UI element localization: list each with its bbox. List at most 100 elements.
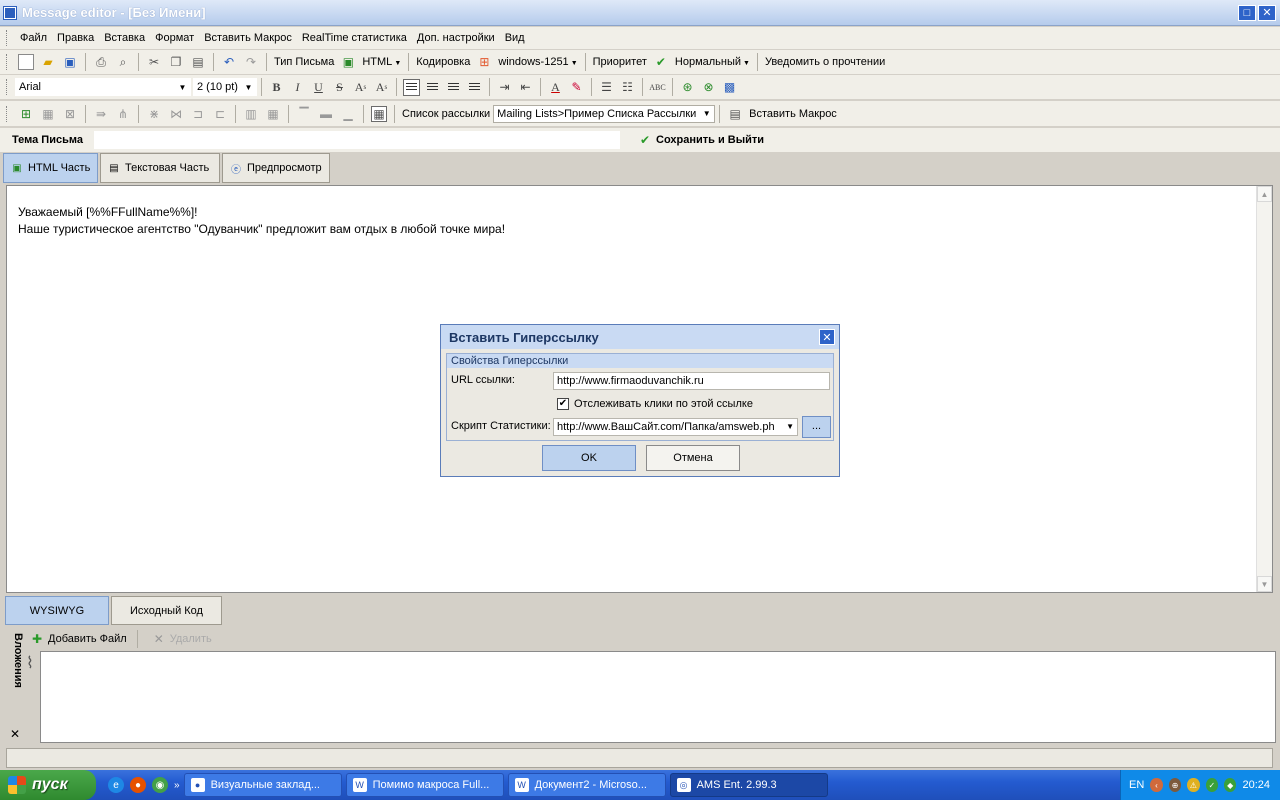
font-select[interactable]: Arial ▼ <box>15 78 191 96</box>
start-button[interactable]: пуск <box>0 770 96 800</box>
security-shield-icon[interactable]: ⚠ <box>1187 778 1200 792</box>
script-select[interactable]: http://www.ВашСайт.com/Папка/amsweb.ph ▼ <box>553 418 798 436</box>
menu-file[interactable]: Файл <box>15 32 52 44</box>
attachments-list[interactable] <box>40 651 1276 743</box>
redo-icon[interactable]: ↷ <box>243 54 259 70</box>
priority-dropdown[interactable]: Нормальный ▼ <box>672 56 753 68</box>
align-justify-icon[interactable] <box>466 79 483 96</box>
chevron-right-icon[interactable]: » <box>174 780 180 791</box>
insert-link-icon[interactable]: ⊛ <box>679 79 696 96</box>
toolbar-grip[interactable] <box>6 79 9 95</box>
table-grid-icon[interactable]: ▦ <box>265 106 281 122</box>
tab-text-part[interactable]: ▤ Текстовая Часть <box>100 153 220 183</box>
split-cells-icon[interactable]: ⊏ <box>212 106 228 122</box>
task-browser[interactable]: ● Визуальные заклад... <box>183 773 342 797</box>
menu-extra-settings[interactable]: Доп. настройки <box>412 32 500 44</box>
bullet-list-icon[interactable]: ☰ <box>598 79 615 96</box>
merge-cells-icon[interactable]: ⊐ <box>190 106 206 122</box>
toolbar-grip[interactable] <box>6 105 9 122</box>
print-icon[interactable]: ⎙ <box>93 54 109 70</box>
close-button[interactable]: ✕ <box>1258 4 1276 21</box>
bold-icon[interactable]: B <box>268 79 285 96</box>
font-smaller-icon[interactable]: As <box>352 79 369 96</box>
strikethrough-icon[interactable]: S <box>331 79 348 96</box>
remove-link-icon[interactable]: ⊗ <box>700 79 717 96</box>
menu-realtime-stats[interactable]: RealTime статистика <box>297 32 412 44</box>
italic-icon[interactable]: I <box>289 79 306 96</box>
align-center-icon[interactable] <box>424 79 441 96</box>
align-right-icon[interactable] <box>445 79 462 96</box>
insert-macro-button[interactable]: Вставить Макрос <box>746 108 840 120</box>
volume-icon[interactable]: ◆ <box>1224 778 1237 792</box>
browse-button[interactable]: ... <box>802 416 831 438</box>
print-preview-icon[interactable]: ⌕ <box>115 54 131 70</box>
valign-top-icon[interactable]: ▔ <box>296 106 312 122</box>
app-icon[interactable]: ◉ <box>152 777 168 793</box>
font-larger-icon[interactable]: As <box>373 79 390 96</box>
ok-button[interactable]: OK <box>542 445 636 471</box>
editor-scrollbar[interactable]: ▲ ▼ <box>1256 186 1272 592</box>
menu-view[interactable]: Вид <box>500 32 530 44</box>
cancel-button[interactable]: Отмена <box>646 445 740 471</box>
indent-icon[interactable]: ⇥ <box>496 79 513 96</box>
language-indicator[interactable]: EN <box>1129 779 1144 791</box>
menu-insert[interactable]: Вставка <box>99 32 150 44</box>
valign-bottom-icon[interactable]: ▁ <box>340 106 356 122</box>
numbered-list-icon[interactable]: ☷ <box>619 79 636 96</box>
outdent-icon[interactable]: ⇤ <box>517 79 534 96</box>
dialog-close-icon[interactable]: ✕ <box>819 329 835 345</box>
html-dropdown[interactable]: HTML ▼ <box>359 56 404 68</box>
align-left-icon[interactable] <box>403 78 420 96</box>
task-word-1[interactable]: W Помимо макроса Full... <box>345 773 504 797</box>
url-input[interactable] <box>553 372 830 390</box>
track-clicks-checkbox[interactable]: ✔ Отслеживать клики по этой ссылке <box>557 398 753 410</box>
insert-row-icon[interactable]: ⇛ <box>93 106 109 122</box>
save-exit-button[interactable]: ✔ Сохранить и Выйти <box>634 132 764 148</box>
size-select[interactable]: 2 (10 pt) ▼ <box>193 78 257 96</box>
copy-icon[interactable]: ❐ <box>168 54 184 70</box>
notify-read-button[interactable]: Уведомить о прочтении <box>762 56 888 68</box>
insert-column-icon[interactable]: ⋔ <box>115 106 131 122</box>
maximize-button[interactable]: □ <box>1238 4 1256 21</box>
toolbar-grip[interactable] <box>6 30 9 46</box>
toolbar-grip[interactable] <box>6 54 9 70</box>
undo-icon[interactable]: ↶ <box>221 54 237 70</box>
cell-properties-icon[interactable]: ▥ <box>243 106 259 122</box>
close-icon[interactable]: ✕ <box>10 727 20 741</box>
ie-icon[interactable]: e <box>108 777 124 793</box>
underline-icon[interactable]: U <box>310 79 327 96</box>
mailing-list-select[interactable]: Mailing Lists>Пример Списка Рассылки ▼ <box>493 104 716 123</box>
valign-middle-icon[interactable]: ▬ <box>318 106 334 122</box>
add-file-button[interactable]: ✚ Добавить Файл <box>26 631 127 647</box>
menu-format[interactable]: Формат <box>150 32 199 44</box>
highlight-icon[interactable]: ✎ <box>568 79 585 96</box>
chevron-left-icon[interactable]: ‹ <box>1150 778 1163 792</box>
scroll-down-icon[interactable]: ▼ <box>1257 576 1272 592</box>
delete-row-icon[interactable]: ⋇ <box>146 106 162 122</box>
tab-source-code[interactable]: Исходный Код <box>111 596 222 625</box>
spellcheck-icon[interactable]: ABC <box>649 79 666 96</box>
insert-image-icon[interactable]: ▩ <box>721 79 738 96</box>
network-icon[interactable]: ⊕ <box>1168 778 1182 792</box>
remove-button[interactable]: ✕ Удалить <box>148 631 212 647</box>
menu-edit[interactable]: Правка <box>52 32 99 44</box>
new-icon[interactable] <box>18 54 34 70</box>
open-icon[interactable]: ▰ <box>40 54 56 70</box>
save-icon[interactable]: ▣ <box>62 54 78 70</box>
font-color-icon[interactable]: A <box>547 79 564 96</box>
encoding-dropdown[interactable]: windows-1251 ▼ <box>495 56 580 68</box>
cut-icon[interactable]: ✂ <box>146 54 162 70</box>
scroll-up-icon[interactable]: ▲ <box>1257 186 1272 202</box>
antivirus-icon[interactable]: ✓ <box>1205 778 1219 792</box>
delete-table-icon[interactable]: ⊠ <box>62 106 78 122</box>
task-ams[interactable]: ◎ AMS Ent. 2.99.3 <box>669 773 828 797</box>
show-borders-icon[interactable]: ▦ <box>371 105 387 122</box>
delete-column-icon[interactable]: ⋈ <box>168 106 184 122</box>
tab-preview[interactable]: ⓔ Предпросмотр <box>222 153 330 183</box>
insert-table-icon[interactable]: ⊞ <box>18 106 34 122</box>
task-word-2[interactable]: W Документ2 - Microso... <box>507 773 666 797</box>
subject-input[interactable] <box>94 131 620 149</box>
tab-html-part[interactable]: ▣ HTML Часть <box>3 153 98 183</box>
table-properties-icon[interactable]: ▦ <box>40 106 56 122</box>
firefox-icon[interactable]: ● <box>130 777 146 793</box>
